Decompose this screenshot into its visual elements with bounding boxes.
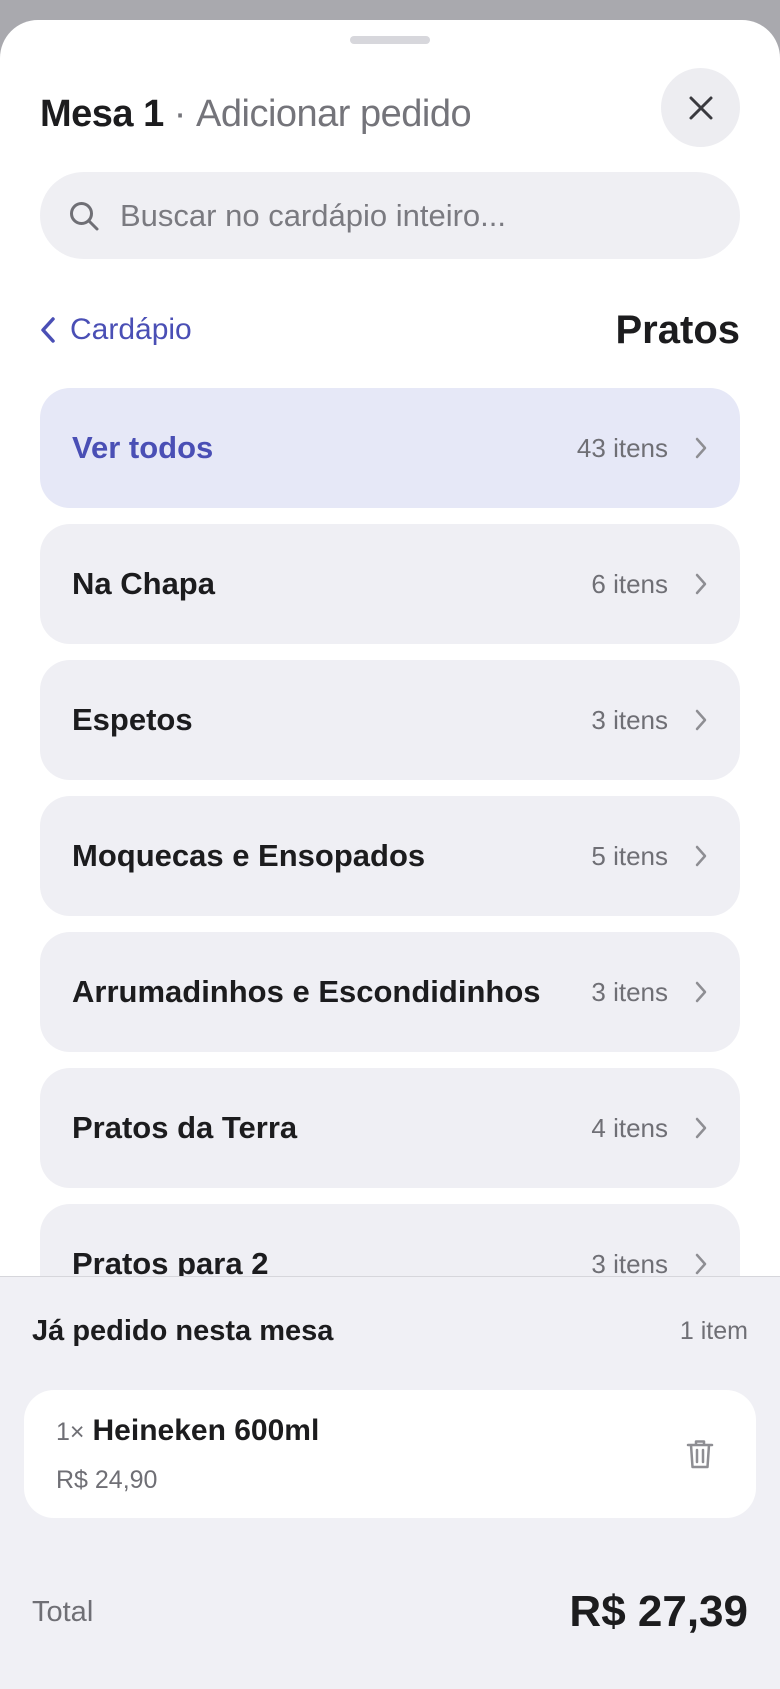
chevron-right-icon (695, 981, 707, 1003)
category-name: Pratos da Terra (72, 1110, 298, 1145)
category-count: 3 itens (591, 704, 668, 735)
chevron-right-icon (695, 709, 707, 731)
ordered-item-line: 1× Heineken 600ml (56, 1414, 319, 1458)
delete-item-button[interactable] (676, 1430, 724, 1478)
search-icon (70, 201, 99, 230)
category-name: Espetos (72, 702, 193, 737)
category-name: Moquecas e Ensopados (72, 838, 426, 873)
category-item-espetos[interactable]: Espetos 3 itens (40, 660, 740, 780)
category-name: Na Chapa (72, 566, 215, 601)
category-item-ver-todos[interactable]: Ver todos 43 itens (40, 388, 740, 508)
sheet-title: Mesa 1 · Adicionar pedido (40, 84, 472, 144)
section-title: Pratos (615, 308, 741, 352)
total-label: Total (32, 1595, 94, 1628)
chevron-right-icon (695, 1117, 707, 1139)
search-bar[interactable] (40, 172, 740, 259)
category-name: Pratos para 2 (72, 1246, 269, 1280)
title-action: Adicionar pedido (196, 92, 472, 135)
category-count: 5 itens (591, 840, 668, 871)
order-summary-footer: Já pedido nesta mesa 1 item 1× Heineken … (0, 1276, 780, 1689)
category-count: 3 itens (591, 976, 668, 1007)
back-link-label: Cardápio (70, 313, 192, 346)
category-item-pratos-para-2[interactable]: Pratos para 2 3 itens (40, 1204, 740, 1280)
chevron-left-icon (41, 317, 55, 343)
category-name: Arrumadinhos e Escondidinhos (72, 974, 541, 1009)
total-row: Total R$ 27,39 (32, 1577, 748, 1647)
category-item-arrumadinhos[interactable]: Arrumadinhos e Escondidinhos 3 itens (40, 932, 740, 1052)
sheet-grabber[interactable] (350, 36, 430, 44)
category-count: 3 itens (591, 1248, 668, 1279)
back-to-menu-link[interactable]: Cardápio (40, 300, 192, 360)
chevron-right-icon (695, 1253, 707, 1275)
close-icon (689, 96, 712, 119)
ordered-header: Já pedido nesta mesa 1 item (32, 1311, 748, 1351)
category-count: 43 itens (576, 432, 668, 463)
ordered-title: Já pedido nesta mesa (32, 1314, 334, 1347)
category-count: 6 itens (591, 568, 668, 599)
ordered-item-card: 1× Heineken 600ml R$ 24,90 (24, 1390, 756, 1518)
category-item-pratos-da-terra[interactable]: Pratos da Terra 4 itens (40, 1068, 740, 1188)
ordered-count: 1 item (679, 1316, 748, 1345)
total-value: R$ 27,39 (569, 1587, 748, 1636)
chevron-right-icon (695, 573, 707, 595)
category-item-na-chapa[interactable]: Na Chapa 6 itens (40, 524, 740, 644)
ordered-item-qty: 1× (56, 1418, 85, 1446)
ordered-item-name: Heineken 600ml (92, 1414, 320, 1447)
menu-nav-row: Cardápio Pratos (40, 300, 740, 360)
category-name: Ver todos (72, 430, 214, 465)
category-count: 4 itens (591, 1112, 668, 1143)
category-item-moquecas[interactable]: Moquecas e Ensopados 5 itens (40, 796, 740, 916)
category-list[interactable]: Ver todos 43 itens Na Chapa 6 itens Espe… (0, 388, 780, 1280)
ordered-item-price: R$ 24,90 (56, 1466, 158, 1494)
close-button[interactable] (661, 68, 740, 147)
chevron-right-icon (695, 437, 707, 459)
chevron-right-icon (695, 845, 707, 867)
search-input[interactable] (118, 196, 702, 235)
title-separator: · (163, 92, 197, 135)
trash-icon (686, 1440, 714, 1469)
table-name: Mesa 1 (40, 92, 164, 135)
